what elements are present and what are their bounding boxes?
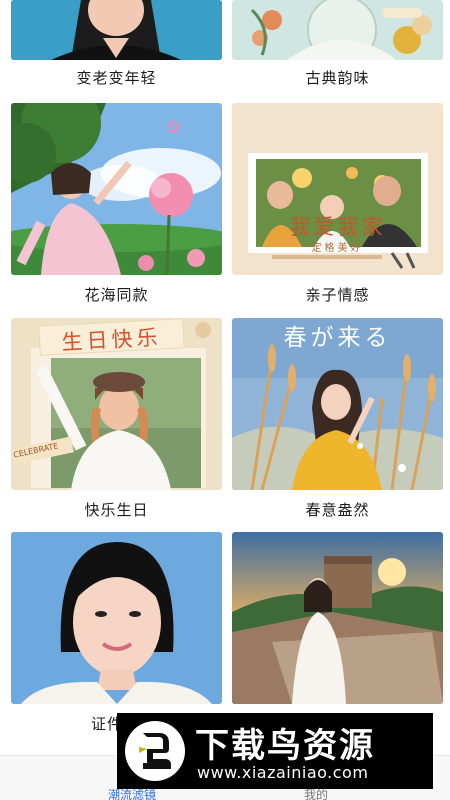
poster-title: 我爱我家: [289, 215, 386, 239]
watermark-banner: 下载鸟资源 www.xiazainiao.com: [117, 713, 433, 789]
template-label: 快乐生日: [84, 501, 149, 519]
template-label: 古典韵味: [305, 69, 370, 87]
poster-subtitle: 定格美好: [311, 243, 364, 254]
template-label: 变老变年轻: [76, 69, 157, 87]
template-thumbnail: [11, 532, 222, 704]
template-thumbnail: [11, 0, 222, 60]
svg-text:✿: ✿: [166, 117, 181, 138]
template-thumbnail: ✿: [11, 103, 222, 275]
template-label: 亲子情感: [305, 286, 370, 304]
template-label: 花海同款: [84, 286, 149, 304]
template-grid: 变老变年轻 古典韵味 ✿ 花海同款 我爱我家 定格美好 亲子情感 生日快乐 CE…: [0, 0, 450, 800]
template-thumbnail: [232, 0, 443, 60]
template-thumbnail: [232, 532, 443, 704]
bird-logo-icon: [125, 721, 185, 781]
watermark-url: www.xiazainiao.com: [197, 763, 369, 782]
watermark-title: 下载鸟资源: [195, 726, 375, 766]
poster-title: 春が来る: [283, 325, 392, 351]
template-label: 春意盎然: [305, 501, 370, 519]
